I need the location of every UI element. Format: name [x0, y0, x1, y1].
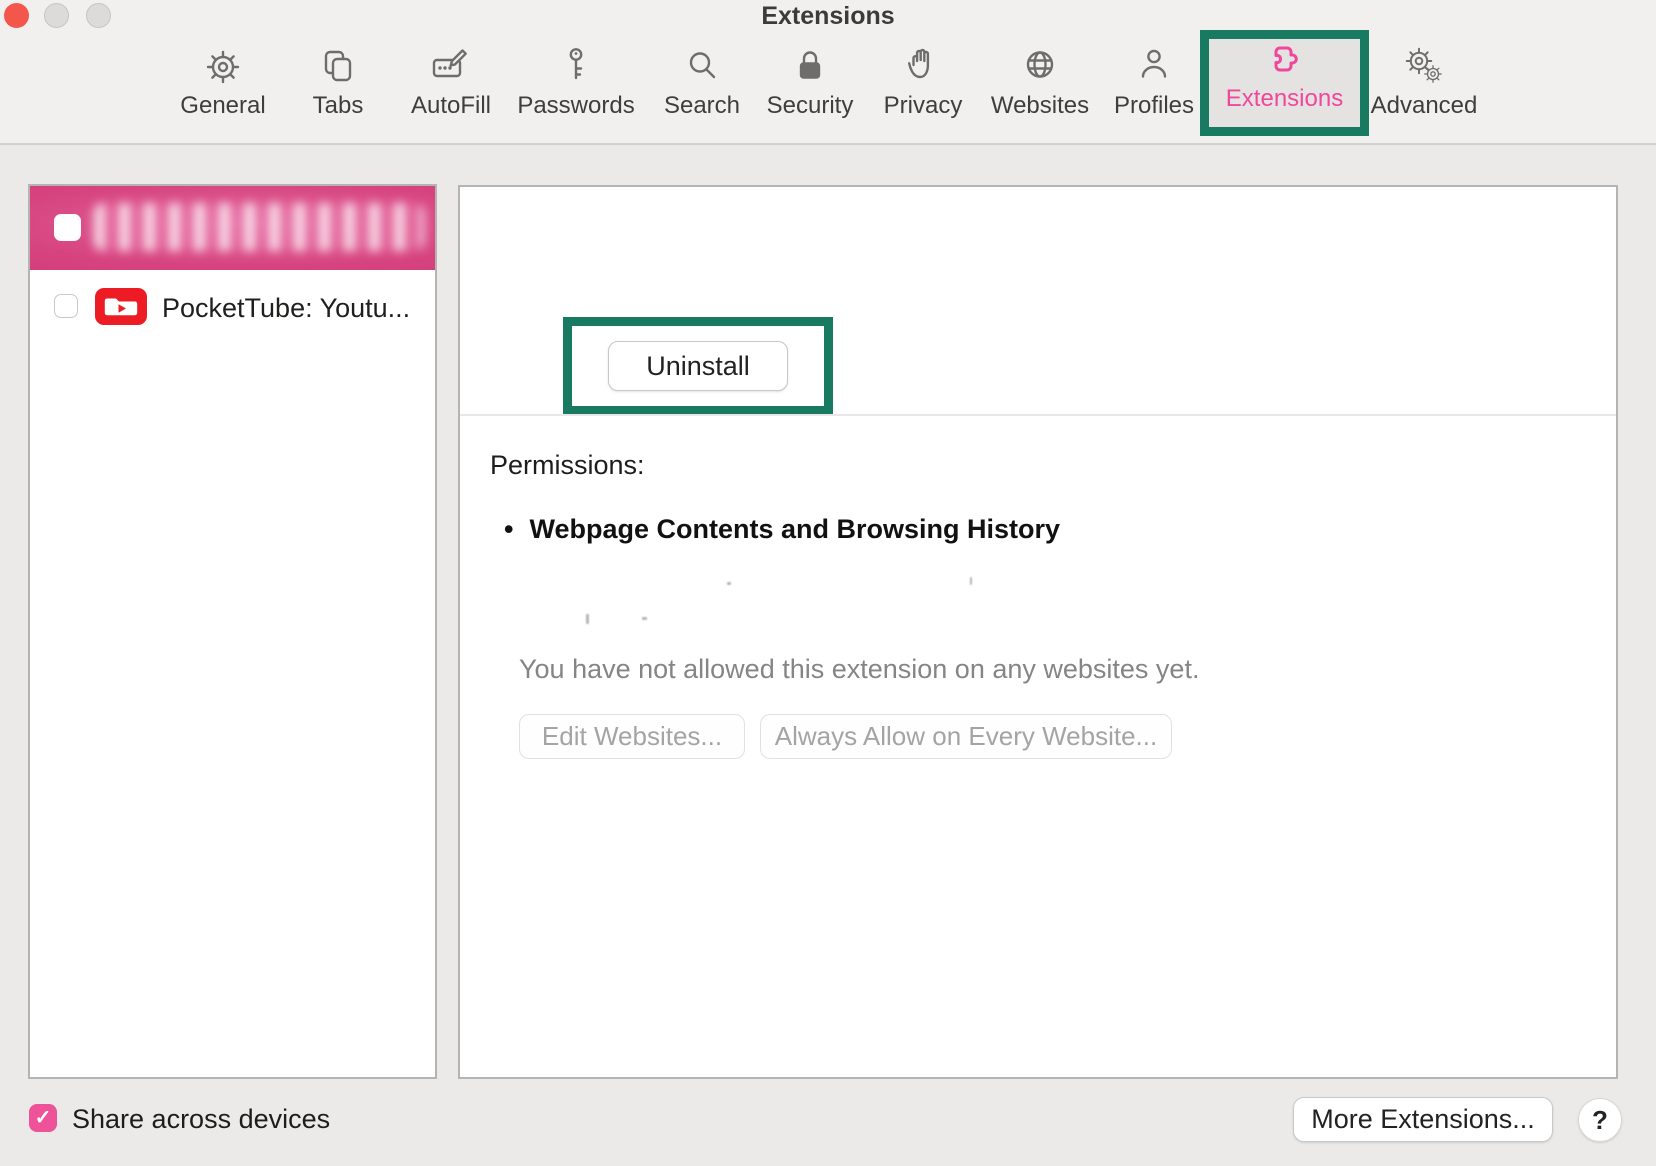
titlebar-toolbar-band: Extensions General Tabs AutoFill: [0, 0, 1656, 145]
list-item-pockettube[interactable]: PocketTube: Youtu...: [30, 270, 435, 346]
share-across-devices-label: Share across devices: [72, 1104, 330, 1134]
section-divider: [460, 414, 1616, 416]
tab-label: Websites: [975, 93, 1105, 119]
tab-general[interactable]: General: [158, 44, 288, 119]
extension-detail-panel: Uninstall Permissions: • Webpage Contents…: [458, 185, 1618, 1079]
tab-tabs[interactable]: Tabs: [273, 44, 403, 119]
two-gears-icon: [1402, 44, 1446, 88]
hand-icon: [901, 44, 945, 88]
tab-advanced[interactable]: Advanced: [1359, 44, 1489, 119]
window-title: Extensions: [0, 1, 1656, 31]
tab-autofill[interactable]: AutoFill: [386, 44, 516, 119]
tabs-icon: [316, 44, 360, 88]
more-extensions-button[interactable]: More Extensions...: [1293, 1097, 1553, 1142]
permission-item: • Webpage Contents and Browsing History: [504, 513, 1060, 545]
extensions-tab-annotation-box: Extensions: [1200, 30, 1369, 136]
list-item-selected-redacted[interactable]: [30, 186, 435, 270]
tab-label: Tabs: [273, 93, 403, 119]
tab-label: Advanced: [1359, 93, 1489, 119]
tab-label: Privacy: [858, 93, 988, 119]
extension-enable-checkbox[interactable]: [54, 294, 78, 318]
tab-privacy[interactable]: Privacy: [858, 44, 988, 119]
extensions-list-panel: PocketTube: Youtu...: [28, 184, 437, 1079]
person-icon: [1132, 44, 1176, 88]
tab-passwords[interactable]: Passwords: [511, 44, 641, 119]
globe-icon: [1018, 44, 1062, 88]
tab-label: General: [158, 93, 288, 119]
uninstall-button[interactable]: Uninstall: [608, 341, 788, 391]
key-icon: [554, 44, 598, 88]
redaction-artifact: [586, 614, 589, 624]
list-item-label: PocketTube: Youtu...: [162, 278, 410, 338]
edit-websites-button[interactable]: Edit Websites...: [519, 714, 745, 759]
share-across-devices-checkbox[interactable]: ✓: [29, 1104, 57, 1132]
search-icon: [680, 44, 724, 88]
redaction-artifact: [642, 617, 647, 620]
tab-label: Passwords: [511, 93, 641, 119]
tab-websites[interactable]: Websites: [975, 44, 1105, 119]
permissions-heading: Permissions:: [490, 449, 645, 481]
tab-label: Security: [745, 93, 875, 119]
tab-security[interactable]: Security: [745, 44, 875, 119]
extension-enable-checkbox[interactable]: [54, 214, 81, 241]
puzzle-icon: [1263, 40, 1307, 84]
autofill-icon: [429, 44, 473, 88]
tab-extensions[interactable]: Extensions: [1209, 40, 1360, 112]
websites-allow-status: You have not allowed this extension on a…: [519, 653, 1199, 685]
gear-icon: [201, 44, 245, 88]
lock-icon: [788, 44, 832, 88]
help-button[interactable]: ?: [1578, 1098, 1622, 1142]
redaction-artifact: [970, 577, 972, 585]
redacted-extension-name: [94, 203, 424, 251]
uninstall-annotation-box: Uninstall: [563, 317, 833, 415]
redaction-artifact: [727, 582, 731, 585]
permission-text: Webpage Contents and Browsing History: [529, 514, 1060, 544]
pockettube-icon: [95, 288, 147, 325]
always-allow-button[interactable]: Always Allow on Every Website...: [760, 714, 1172, 759]
tab-label: Extensions: [1209, 86, 1360, 112]
safari-preferences-window: Extensions General Tabs AutoFill: [0, 0, 1656, 1166]
bullet: •: [504, 513, 513, 545]
tab-label: AutoFill: [386, 93, 516, 119]
